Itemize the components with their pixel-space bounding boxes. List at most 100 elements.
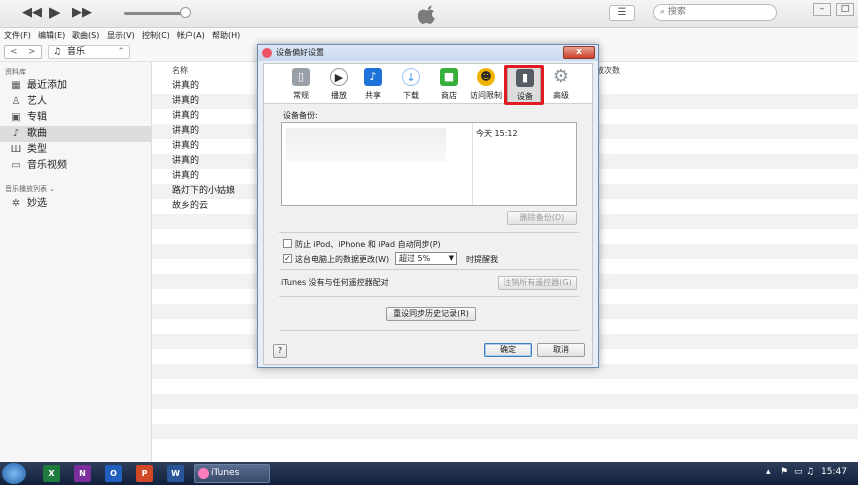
tab-restrictions[interactable]: ☻ 访问限制 — [469, 67, 503, 103]
flag-icon[interactable]: ⚑ — [780, 467, 788, 477]
menu-controls[interactable]: 控制(C) — [142, 30, 170, 41]
media-type-select[interactable]: ♫ 音乐 ⌃ — [48, 45, 130, 59]
previous-track-button[interactable]: ◀◀ — [22, 6, 42, 20]
play-button[interactable]: ▶ — [49, 5, 61, 20]
sidebar-item-genres[interactable]: Ш 类型 — [0, 142, 151, 158]
cancel-button[interactable]: 取消 — [537, 343, 585, 357]
sidebar-item-artists[interactable]: ♙ 艺人 — [0, 94, 151, 110]
divider — [279, 296, 579, 297]
minimize-window-button[interactable]: – — [813, 3, 831, 16]
sidebar-item-label: 专辑 — [27, 112, 47, 123]
music-note-icon: ♪ — [12, 128, 20, 139]
device-backups-list[interactable]: 今天 15:12 — [281, 122, 577, 206]
search-placeholder: 搜索 — [667, 7, 686, 17]
tab-label: 共享 — [365, 91, 381, 100]
sidebar-item-genius[interactable]: ✲ 妙选 — [0, 196, 151, 212]
search-input[interactable]: ⌕ 搜索 — [653, 4, 777, 21]
sidebar-item-label: 类型 — [27, 144, 47, 155]
dialog-title: 设备偏好设置 — [276, 48, 324, 57]
volume-slider[interactable] — [124, 12, 186, 15]
microphone-icon: ♙ — [11, 96, 21, 107]
tab-label: 下载 — [403, 91, 419, 100]
excel-app-icon[interactable]: X — [43, 465, 60, 482]
menu-bar: 文件(F) 编辑(E) 歌曲(S) 显示(V) 控制(C) 帐户(A) 帮助(H… — [0, 28, 858, 42]
menu-view[interactable]: 显示(V) — [107, 30, 135, 41]
word-app-icon[interactable]: W — [167, 465, 184, 482]
tab-store[interactable]: ■ 商店 — [432, 67, 466, 103]
tab-general[interactable]: ▯ 常规 — [284, 67, 318, 103]
sidebar-item-albums[interactable]: ▣ 专辑 — [0, 110, 151, 126]
warn-threshold-select[interactable]: 超过 5% ▼ — [395, 252, 457, 265]
windows-taskbar: X N O P W iTunes ▴ ⚑ ▭ ♫ 15:47 — [0, 462, 858, 485]
remotes-status-label: iTunes 没有与任何遥控器配对 — [281, 278, 389, 287]
menu-account[interactable]: 帐户(A) — [177, 30, 205, 41]
warn-data-change-checkbox[interactable]: ✓ — [283, 254, 292, 263]
dialog-content: ▯ 常规 ▶ 播放 ♪ 共享 ↓ 下载 ■ 商店 ☻ 访问限制 ▮ 设备 ⚙ 高… — [263, 63, 593, 365]
dialog-close-button[interactable]: x — [563, 46, 595, 59]
tab-label: 商店 — [441, 91, 457, 100]
menu-edit[interactable]: 编辑(E) — [38, 30, 65, 41]
device-preferences-dialog: 设备偏好设置 x ▯ 常规 ▶ 播放 ♪ 共享 ↓ 下载 ■ 商店 ☻ 访问限制… — [257, 44, 599, 368]
search-icon: ⌕ — [660, 7, 668, 17]
genre-icon: Ш — [10, 144, 22, 155]
library-header: 资料库 — [5, 68, 26, 76]
restore-window-button[interactable]: □ — [836, 3, 854, 16]
gear-icon: ⚙ — [552, 66, 570, 87]
volume-icon[interactable]: ♫ — [806, 467, 814, 477]
sidebar-item-label: 艺人 — [27, 96, 47, 107]
album-icon: ▣ — [11, 112, 21, 123]
tab-advanced[interactable]: ⚙ 高级 — [544, 67, 578, 103]
divider — [279, 232, 579, 233]
onenote-app-icon[interactable]: N — [74, 465, 91, 482]
clock[interactable]: 15:47 — [821, 467, 847, 477]
sidebar-item-label: 妙选 — [27, 198, 47, 209]
powerpoint-app-icon[interactable]: P — [136, 465, 153, 482]
tray-expand-icon[interactable]: ▴ — [766, 467, 771, 477]
delete-backup-button[interactable]: 删除备份(D) — [507, 211, 577, 225]
divider — [279, 269, 579, 270]
dialog-title-bar[interactable]: 设备偏好设置 — [258, 45, 598, 61]
menu-help[interactable]: 帮助(H) — [212, 30, 240, 41]
backup-device-name-blurred[interactable] — [286, 128, 446, 162]
grid-icon: ▦ — [11, 80, 21, 91]
back-button[interactable]: < — [10, 46, 18, 58]
reset-sync-history-button[interactable]: 重设同步历史记录(R) — [386, 307, 476, 321]
prevent-auto-sync-checkbox[interactable] — [283, 239, 292, 248]
tab-devices-highlight-frame — [504, 65, 544, 105]
media-type-label: 音乐 — [67, 47, 86, 57]
help-button[interactable]: ? — [273, 344, 287, 358]
itunes-icon — [262, 48, 272, 58]
chevron-up-down-icon: ⌃ — [117, 47, 125, 57]
ok-button[interactable]: 确定 — [484, 343, 532, 357]
volume-slider-knob[interactable] — [180, 7, 191, 18]
store-bag-icon: ■ — [440, 68, 458, 86]
video-icon: ▭ — [11, 160, 21, 171]
shared-music-icon: ♪ — [364, 68, 382, 86]
player-bar: ◀◀ ▶ ▶▶ ☰ ⌕ 搜索 – □ — [0, 0, 858, 28]
column-header-name[interactable]: 名称 — [172, 65, 188, 76]
menu-song[interactable]: 歌曲(S) — [72, 30, 99, 41]
list-view-button[interactable]: ☰ — [609, 5, 635, 21]
empty-row — [152, 424, 858, 439]
forward-button[interactable]: > — [28, 46, 36, 58]
playlists-header[interactable]: 音乐播放列表 ⌄ — [5, 184, 55, 194]
play-circle-icon: ▶ — [330, 68, 348, 86]
network-icon[interactable]: ▭ — [794, 467, 803, 477]
next-track-button[interactable]: ▶▶ — [72, 6, 92, 20]
column-header-plays[interactable]: 放次数 — [596, 65, 620, 76]
sidebar-item-songs[interactable]: ♪ 歌曲 — [0, 126, 151, 142]
sidebar-item-music-videos[interactable]: ▭ 音乐视频 — [0, 158, 151, 174]
device-backups-label: 设备备份: — [283, 111, 318, 120]
preferences-toolbar: ▯ 常规 ▶ 播放 ♪ 共享 ↓ 下载 ■ 商店 ☻ 访问限制 ▮ 设备 ⚙ 高… — [264, 64, 592, 105]
tab-sharing[interactable]: ♪ 共享 — [356, 67, 390, 103]
tab-label: 访问限制 — [470, 91, 502, 100]
taskbar-itunes-button[interactable]: iTunes — [194, 464, 270, 483]
outlook-app-icon[interactable]: O — [105, 465, 122, 482]
menu-file[interactable]: 文件(F) — [4, 30, 31, 41]
forget-all-remotes-button[interactable]: 注销所有遥控器(G) — [498, 276, 577, 290]
start-button[interactable] — [2, 463, 26, 484]
tab-playback[interactable]: ▶ 播放 — [322, 67, 356, 103]
backup-timestamp: 今天 15:12 — [476, 129, 518, 138]
sidebar-item-recently-added[interactable]: ▦ 最近添加 — [0, 78, 151, 94]
tab-downloads[interactable]: ↓ 下载 — [394, 67, 428, 103]
